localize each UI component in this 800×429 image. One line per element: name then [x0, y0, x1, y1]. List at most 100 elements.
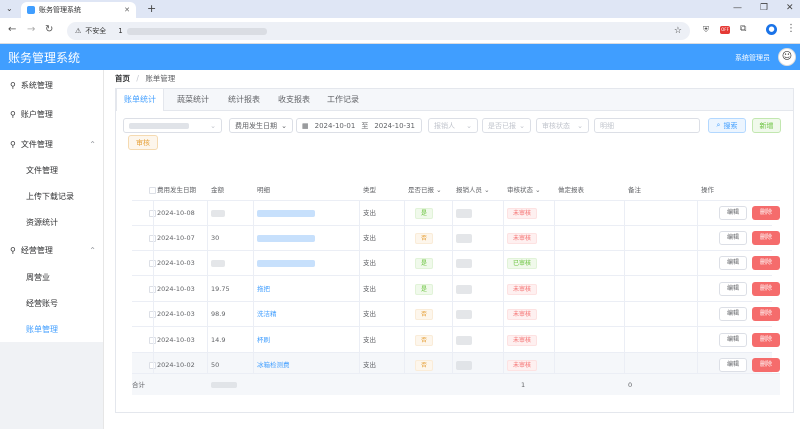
delete-button[interactable]: 删除 — [752, 282, 780, 296]
header-remark: 备注 — [628, 179, 641, 201]
reporter-select[interactable]: 报销人 ⌄ — [428, 118, 478, 133]
header-date[interactable]: 费用发生日期 — [157, 179, 196, 201]
detail-redacted — [257, 260, 315, 267]
column-divider — [253, 201, 254, 388]
date-type-select[interactable]: 费用发生日期 ⌄ — [229, 118, 293, 133]
tab-reports[interactable]: 统计报表 — [219, 89, 269, 111]
sidebar: ⚲ 系统管理 ⚲ 账户管理 ⚲ 文件管理 ⌃ 文件管理 上传下载记录 资源统计 ⚲ 经营… — [0, 70, 104, 429]
reporter-redacted — [456, 336, 472, 345]
edit-button[interactable]: 编辑 — [719, 307, 747, 321]
edit-button[interactable]: 编辑 — [719, 282, 747, 296]
header-reporter[interactable]: 报销人员 ⌄ — [456, 179, 490, 201]
chevron-up-icon: ⌃ — [89, 245, 96, 255]
url-field[interactable]: ⚠ 不安全 1 ☆ — [67, 22, 690, 40]
sidebar-item-file-management[interactable]: 文件管理 — [0, 158, 104, 182]
audit-status-tag: 未审核 — [507, 360, 538, 371]
sidebar-item-business[interactable]: ⚲ 经营管理 ⌃ — [0, 238, 104, 262]
sidebar-item-files[interactable]: ⚲ 文件管理 ⌃ — [0, 132, 104, 156]
delete-button[interactable]: 删除 — [752, 307, 780, 321]
cell-date: 2024-10-08 — [157, 209, 195, 217]
tab-income-expense[interactable]: 收支报表 — [269, 89, 319, 111]
reporter-redacted — [456, 361, 472, 370]
delete-button[interactable]: 删除 — [752, 333, 780, 347]
cell-type: 支出 — [363, 285, 376, 293]
sidebar-item-transfer-log[interactable]: 上传下载记录 — [0, 184, 104, 208]
shield-icon[interactable]: ⛨ — [703, 25, 709, 35]
reported-select[interactable]: 是否已报 ⌄ — [482, 118, 531, 133]
sidebar-item-label: 经营管理 — [20, 245, 53, 255]
cell-detail[interactable]: 洗洁精 — [257, 302, 277, 327]
cell-detail[interactable]: 拖把 — [257, 277, 270, 302]
audit-placeholder: 审核状态 — [542, 121, 570, 130]
detail-input[interactable]: 明细 — [594, 118, 700, 133]
extensions-icon[interactable]: ⧉ — [740, 24, 746, 34]
sidebar-item-label: 周营业 — [26, 272, 50, 282]
sidebar-item-accounts[interactable]: ⚲ 账户管理 — [0, 102, 104, 126]
sidebar-item-weekly[interactable]: 周营业 — [0, 265, 104, 289]
tab-list-icon[interactable]: ⌄ — [6, 4, 13, 13]
breadcrumb-home[interactable]: 首页 — [115, 74, 130, 83]
delete-button[interactable]: 删除 — [752, 256, 780, 270]
sidebar-item-system[interactable]: ⚲ 系统管理 — [0, 73, 104, 97]
user-name[interactable]: 系统管理员 — [735, 53, 770, 63]
back-icon[interactable]: ← — [8, 24, 16, 35]
browser-menu-icon[interactable]: ⋮ — [786, 23, 796, 34]
footer-report-count: 0 — [628, 381, 633, 389]
select-all-checkbox[interactable] — [149, 187, 156, 194]
reported-tag: 否 — [415, 309, 434, 320]
tab-bill-stats[interactable]: 账单统计 — [116, 89, 164, 111]
new-tab-icon[interactable]: + — [147, 2, 156, 15]
search-button[interactable]: ⌕ 搜索 — [708, 118, 746, 133]
sidebar-item-business-account[interactable]: 经营账号 — [0, 291, 104, 315]
reported-tag: 是 — [415, 284, 434, 295]
reload-icon[interactable]: ↻ — [45, 24, 53, 35]
audit-button[interactable]: 审核 — [128, 135, 158, 150]
forward-icon[interactable]: → — [27, 24, 35, 35]
edit-button[interactable]: 编辑 — [719, 358, 747, 372]
chevron-down-icon: ⌄ — [210, 121, 216, 130]
close-tab-icon[interactable]: ✕ — [124, 6, 130, 14]
delete-button[interactable]: 删除 — [752, 358, 780, 372]
column-divider — [697, 201, 698, 388]
date-range-separator: 至 — [361, 121, 369, 130]
audit-status-select[interactable]: 审核状态 ⌄ — [536, 118, 589, 133]
header-audit[interactable]: 审核状态 ⌄ — [507, 179, 541, 201]
tab-work-log[interactable]: 工作记录 — [318, 89, 368, 111]
content-card: 账单统计 蔬菜统计 统计报表 收支报表 工作记录 ⌄ 费用发生日期 ⌄ ▦ 20… — [115, 88, 794, 413]
tab-title: 账务管理系统 — [39, 6, 81, 14]
cell-amount: 30 — [211, 234, 220, 242]
date-range-picker[interactable]: ▦ 2024-10-01 至 2024-10-31 — [296, 118, 422, 133]
audit-status-tag: 未审核 — [507, 284, 538, 295]
date-start: 2024-10-01 — [314, 121, 356, 130]
cell-detail[interactable]: 杯刷 — [257, 328, 270, 353]
edit-button[interactable]: 编辑 — [719, 333, 747, 347]
bookmark-star-icon[interactable]: ☆ — [674, 26, 682, 36]
account-select[interactable]: ⌄ — [123, 118, 222, 133]
delete-button[interactable]: 删除 — [752, 206, 780, 220]
close-window-icon[interactable]: ✕ — [786, 3, 794, 13]
sidebar-item-bills[interactable]: 账单管理 — [0, 317, 104, 341]
reporter-placeholder: 报销人 — [434, 121, 455, 130]
edit-button[interactable]: 编辑 — [719, 231, 747, 245]
edit-button[interactable]: 编辑 — [719, 256, 747, 270]
minimize-icon[interactable]: — — [733, 3, 742, 13]
chevron-down-icon: ⌄ — [519, 121, 525, 130]
tab-vegetable-stats[interactable]: 蔬菜统计 — [168, 89, 218, 111]
avatar[interactable]: ☺ — [778, 48, 796, 66]
profile-icon[interactable]: ● — [766, 24, 777, 35]
detail-placeholder: 明细 — [600, 121, 614, 130]
cell-date: 2024-10-03 — [157, 336, 195, 344]
add-button[interactable]: 新增 — [752, 118, 781, 133]
maximize-icon[interactable]: ❐ — [760, 3, 768, 13]
insecure-label: 不安全 — [85, 27, 107, 35]
browser-tab[interactable]: 账务管理系统 ✕ — [21, 2, 136, 18]
edit-button[interactable]: 编辑 — [719, 206, 747, 220]
header-reported[interactable]: 是否已报 ⌄ — [408, 179, 442, 201]
extension-badge[interactable]: OFF — [720, 26, 730, 34]
column-divider — [207, 201, 208, 388]
location-icon: ⚲ — [10, 80, 16, 90]
sidebar-item-label: 经营账号 — [26, 298, 58, 308]
bill-table: 费用发生日期 金额 明细 类型 是否已报 ⌄ 报销人员 ⌄ 审核状态 ⌄ 做定报… — [132, 179, 780, 388]
sidebar-item-resource-stats[interactable]: 资源统计 — [0, 210, 104, 234]
delete-button[interactable]: 删除 — [752, 231, 780, 245]
